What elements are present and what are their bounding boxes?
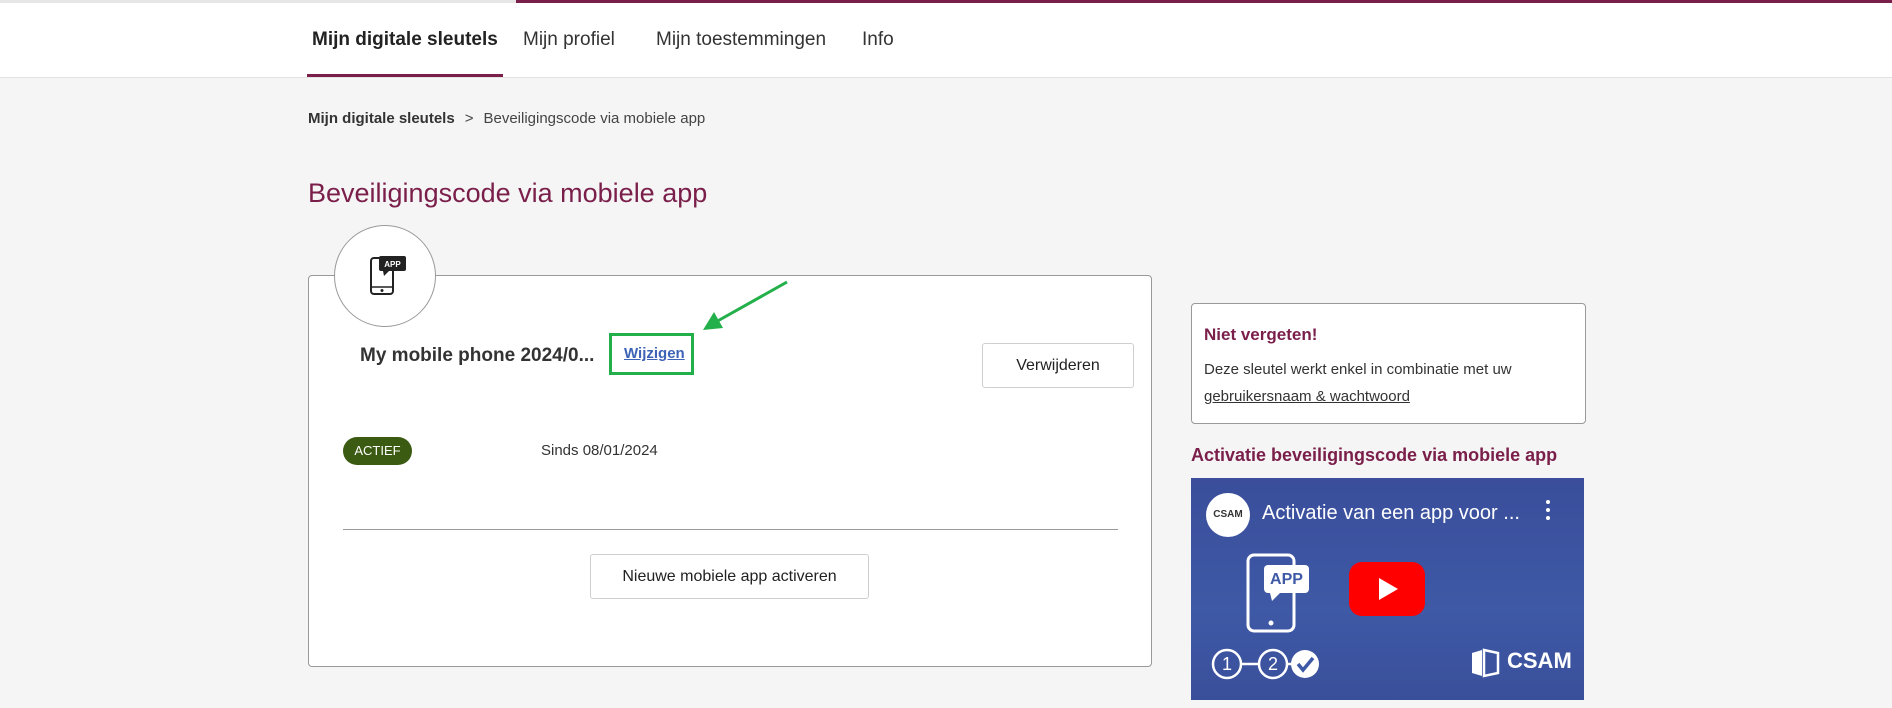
csam-logo-icon <box>1472 648 1500 678</box>
csam-brand: CSAM <box>1507 648 1572 673</box>
breadcrumb: Mijn digitale sleutels > Beveiligingscode … <box>308 110 705 127</box>
play-icon[interactable] <box>1349 562 1425 616</box>
video-title[interactable]: Activatie van een app voor ... <box>1262 502 1520 525</box>
video-player[interactable]: CSAM Activatie van een app voor ... APP … <box>1191 478 1584 700</box>
tab-mijn-profiel[interactable]: Mijn profiel <box>518 3 620 77</box>
card-divider <box>343 529 1118 530</box>
channel-logo[interactable]: CSAM <box>1206 493 1250 537</box>
active-since: Sinds 08/01/2024 <box>541 442 658 459</box>
activate-new-app-button[interactable]: Nieuwe mobiele app activeren <box>590 554 869 599</box>
device-name: My mobile phone 2024/0... <box>360 345 595 366</box>
more-options-icon[interactable] <box>1542 498 1554 524</box>
phone-app-illustration: APP <box>1246 553 1309 633</box>
mobile-app-icon: APP <box>370 256 406 295</box>
key-card <box>308 275 1152 667</box>
reminder-title: Niet vergeten! <box>1204 325 1318 344</box>
breadcrumb-separator: > <box>464 110 474 127</box>
tab-mijn-digitale-sleutels[interactable]: Mijn digitale sleutels <box>307 3 503 77</box>
thumb-app-label: APP <box>1270 571 1303 588</box>
tab-mijn-toestemmingen[interactable]: Mijn toestemmingen <box>651 3 831 77</box>
edit-link[interactable]: Wijzigen <box>624 345 685 362</box>
key-type-badge: APP <box>334 225 436 327</box>
steps-illustration: 1 2 <box>1211 648 1319 680</box>
app-icon-label: APP <box>384 260 401 269</box>
remove-button[interactable]: Verwijderen <box>982 343 1134 388</box>
tab-info[interactable]: Info <box>857 3 899 77</box>
page-title: Beveiligingscode via mobiele app <box>308 178 708 208</box>
breadcrumb-link-sleutels[interactable]: Mijn digitale sleutels <box>308 110 455 127</box>
reminder-text: Deze sleutel werkt enkel in combinatie m… <box>1204 361 1512 378</box>
main-nav: Mijn digitale sleutels Mijn profiel Mijn… <box>0 3 1892 78</box>
status-badge: ACTIEF <box>343 437 412 465</box>
credentials-link[interactable]: gebruikersnaam & wachtwoord <box>1204 388 1410 405</box>
breadcrumb-current: Beveiligingscode via mobiele app <box>483 110 706 127</box>
step-two: 2 <box>1268 654 1278 674</box>
video-heading: Activatie beveiligingscode via mobiele a… <box>1191 445 1558 465</box>
step-one: 1 <box>1222 654 1232 674</box>
